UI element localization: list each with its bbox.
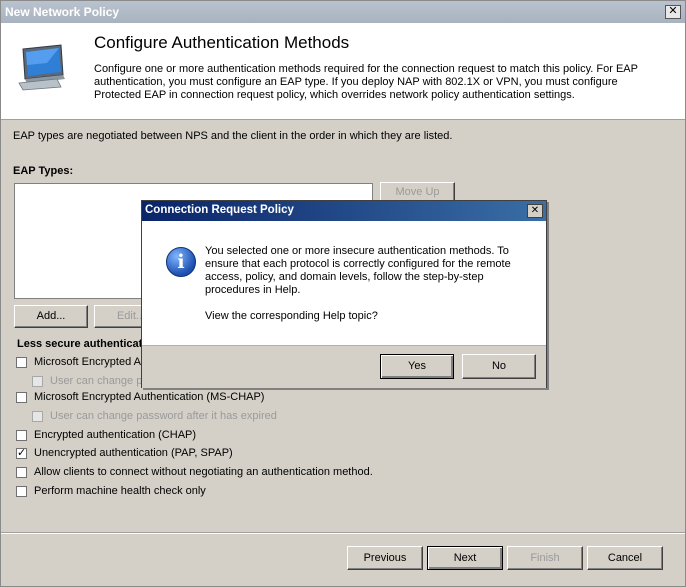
health-check-checkbox[interactable] <box>16 486 27 497</box>
mschapv2-change-password-checkbox[interactable] <box>32 376 43 387</box>
yes-button[interactable]: Yes <box>380 354 454 379</box>
window-close-button[interactable]: ✕ <box>665 5 681 19</box>
header-banner: Configure Authentication Methods Configu… <box>1 23 685 120</box>
page-title: Configure Authentication Methods <box>94 33 350 52</box>
chap-checkbox[interactable] <box>16 430 27 441</box>
health-check-label: Perform machine health check only <box>34 485 206 497</box>
dialog-question: View the corresponding Help topic? <box>205 310 378 322</box>
dialog-body: i You selected one or more insecure auth… <box>142 221 546 345</box>
mschap-change-password-label: User can change password after it has ex… <box>50 410 277 422</box>
cancel-button[interactable]: Cancel <box>587 546 663 570</box>
no-negotiation-label: Allow clients to connect without negotia… <box>34 466 373 478</box>
dialog-message: You selected one or more insecure authen… <box>205 245 511 296</box>
footer-separator <box>1 532 685 534</box>
dialog-title: Connection Request Policy <box>145 204 294 216</box>
title-bar[interactable]: New Network Policy ✕ <box>1 1 685 23</box>
pap-label: Unencrypted authentication (PAP, SPAP) <box>34 447 233 459</box>
eap-types-label: EAP Types: <box>13 165 74 177</box>
window-title: New Network Policy <box>5 5 120 19</box>
dialog-footer: Yes No <box>142 345 546 388</box>
monitor-icon <box>17 43 77 91</box>
mschapv2-checkbox[interactable] <box>16 357 27 368</box>
no-button[interactable]: No <box>462 354 536 379</box>
add-button[interactable]: Add... <box>14 305 88 328</box>
eap-order-note: EAP types are negotiated between NPS and… <box>13 130 453 142</box>
dialog-close-button[interactable]: ✕ <box>527 204 543 218</box>
next-button[interactable]: Next <box>427 546 503 570</box>
connection-request-policy-dialog: Connection Request Policy ✕ i You select… <box>141 200 547 388</box>
info-icon: i <box>166 247 196 277</box>
pap-checkbox[interactable]: ✓ <box>16 448 27 459</box>
new-network-policy-window: New Network Policy ✕ Configure Authentic… <box>0 0 686 587</box>
previous-button[interactable]: Previous <box>347 546 423 570</box>
finish-button[interactable]: Finish <box>507 546 583 570</box>
no-negotiation-checkbox[interactable] <box>16 467 27 478</box>
dialog-title-bar[interactable]: Connection Request Policy ✕ <box>142 201 546 221</box>
chap-label: Encrypted authentication (CHAP) <box>34 429 197 441</box>
page-description: Configure one or more authentication met… <box>94 63 638 101</box>
mschap-checkbox[interactable] <box>16 392 27 403</box>
mschap-change-password-checkbox[interactable] <box>32 411 43 422</box>
mschap-label: Microsoft Encrypted Authentication (MS-C… <box>34 391 265 403</box>
